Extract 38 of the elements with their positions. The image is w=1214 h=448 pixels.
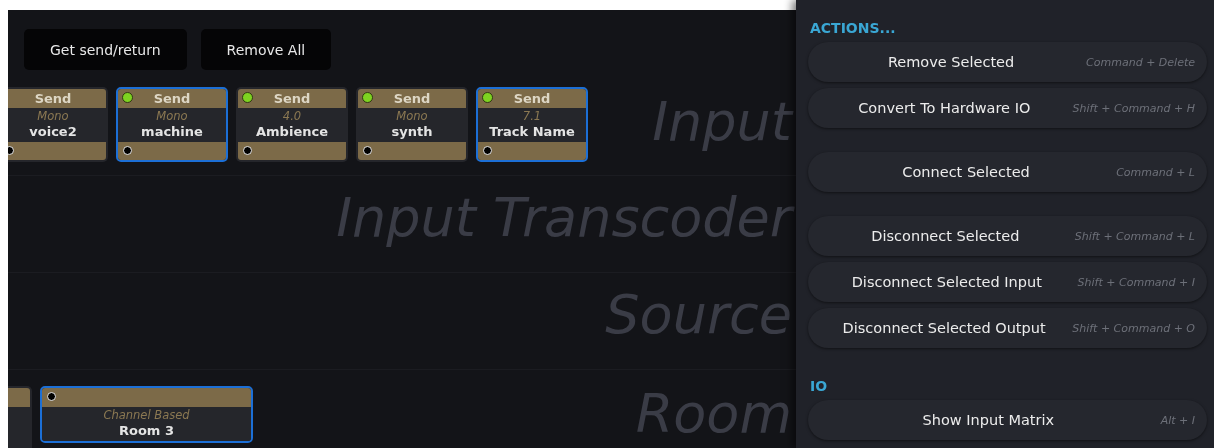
node-type: Send xyxy=(513,91,551,106)
section-title: ACTIONS... xyxy=(810,20,897,36)
node-name: voice2 xyxy=(29,123,77,140)
node-name: Ambience xyxy=(256,123,328,140)
node-type: Send xyxy=(273,91,311,106)
action-button[interactable]: Convert To Hardware IO Shift + Command + H xyxy=(808,88,1207,128)
action-button[interactable]: Disconnect Selected Output Shift + Command + O xyxy=(808,308,1207,348)
action-button[interactable]: Connect Selected Command + L xyxy=(808,152,1207,192)
section-title: IO xyxy=(810,378,829,394)
node-format: Mono xyxy=(156,109,188,123)
node-type: Send xyxy=(34,91,72,106)
port-icon[interactable] xyxy=(362,92,373,103)
port-icon[interactable] xyxy=(242,92,253,103)
node-card[interactable]: Send 7.1 Track Name xyxy=(476,87,588,162)
node-card[interactable]: Send Mono synth xyxy=(356,87,468,162)
node-format: Mono xyxy=(37,109,69,123)
node-name: synth xyxy=(391,123,433,140)
node-format: 4.0 xyxy=(282,109,302,123)
node-type: Send xyxy=(153,91,191,106)
action-button[interactable]: Disconnect Selected Input Shift + Command + I xyxy=(808,262,1207,302)
toolbar-button[interactable]: Get send/return xyxy=(24,29,187,70)
node-card[interactable]: Send 4.0 Ambience xyxy=(236,87,348,162)
toolbar-button[interactable]: Remove All xyxy=(200,29,332,70)
port-icon[interactable] xyxy=(122,92,133,103)
node-card[interactable]: Send Mono voice2 xyxy=(8,87,108,162)
node-format: Channel Based xyxy=(103,408,190,422)
action-button[interactable]: Disconnect Selected Shift + Command + L xyxy=(808,216,1207,256)
action-button[interactable]: Show Input Matrix Alt + I xyxy=(808,400,1207,440)
node-name: Track Name xyxy=(489,123,575,140)
node-card[interactable]: Send Mono machine xyxy=(116,87,228,162)
port-icon[interactable] xyxy=(482,92,493,103)
node-name: machine xyxy=(141,123,203,140)
node-name: Room 3 xyxy=(119,422,174,439)
node-type: Send xyxy=(393,91,431,106)
node-format: Mono xyxy=(396,109,428,123)
node-card[interactable]: Channel Based Room 3 xyxy=(40,386,253,443)
node-format: 7.1 xyxy=(522,109,542,123)
action-button[interactable]: Remove Selected Command + Delete xyxy=(808,42,1207,82)
